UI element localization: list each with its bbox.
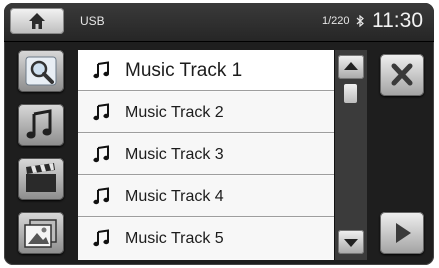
photo-button[interactable] xyxy=(18,212,64,254)
track-row[interactable]: Music Track 4 xyxy=(78,176,334,217)
scroll-down-button[interactable] xyxy=(338,230,364,254)
home-icon xyxy=(29,13,45,29)
search-button[interactable] xyxy=(18,50,64,92)
clock: 11:30 xyxy=(372,9,423,32)
music-note-icon xyxy=(93,145,109,163)
track-row[interactable]: Music Track 3 xyxy=(78,134,334,175)
track-row[interactable]: Music Track 2 xyxy=(78,92,334,133)
music-button[interactable] xyxy=(18,104,64,146)
media-player-screen: USB 1/220 11:30 Music Track 1 Music Trac… xyxy=(4,3,434,265)
search-icon xyxy=(25,56,57,86)
play-button[interactable] xyxy=(380,212,424,254)
video-button[interactable] xyxy=(18,158,64,200)
music-note-icon xyxy=(93,187,109,205)
track-list: Music Track 1 Music Track 2 Music Track … xyxy=(78,50,334,260)
scroll-thumb[interactable] xyxy=(344,84,357,103)
music-note-icon xyxy=(93,61,109,79)
track-title: Music Track 3 xyxy=(125,146,224,163)
list-scrollbar[interactable] xyxy=(334,50,367,260)
music-note-icon xyxy=(93,229,109,247)
up-arrow-icon xyxy=(344,62,358,70)
track-title: Music Track 4 xyxy=(125,188,224,205)
down-arrow-icon xyxy=(344,239,358,247)
status-bar: USB 1/220 11:30 xyxy=(4,3,434,42)
clapperboard-icon xyxy=(26,163,56,192)
track-title: Music Track 5 xyxy=(125,230,224,247)
close-button[interactable] xyxy=(380,54,424,96)
bluetooth-icon xyxy=(356,14,364,29)
photo-icon xyxy=(24,219,57,248)
home-button[interactable] xyxy=(10,8,64,34)
track-title: Music Track 2 xyxy=(125,104,224,121)
source-label: USB xyxy=(80,14,105,28)
track-title: Music Track 1 xyxy=(125,60,243,81)
track-row[interactable]: Music Track 5 xyxy=(78,218,334,259)
music-note-icon xyxy=(93,103,109,121)
track-row[interactable]: Music Track 1 xyxy=(78,50,334,91)
scroll-up-button[interactable] xyxy=(338,55,364,79)
track-count: 1/220 xyxy=(322,15,350,27)
play-icon xyxy=(396,223,411,243)
close-icon xyxy=(391,63,413,86)
music-note-icon xyxy=(26,109,52,139)
